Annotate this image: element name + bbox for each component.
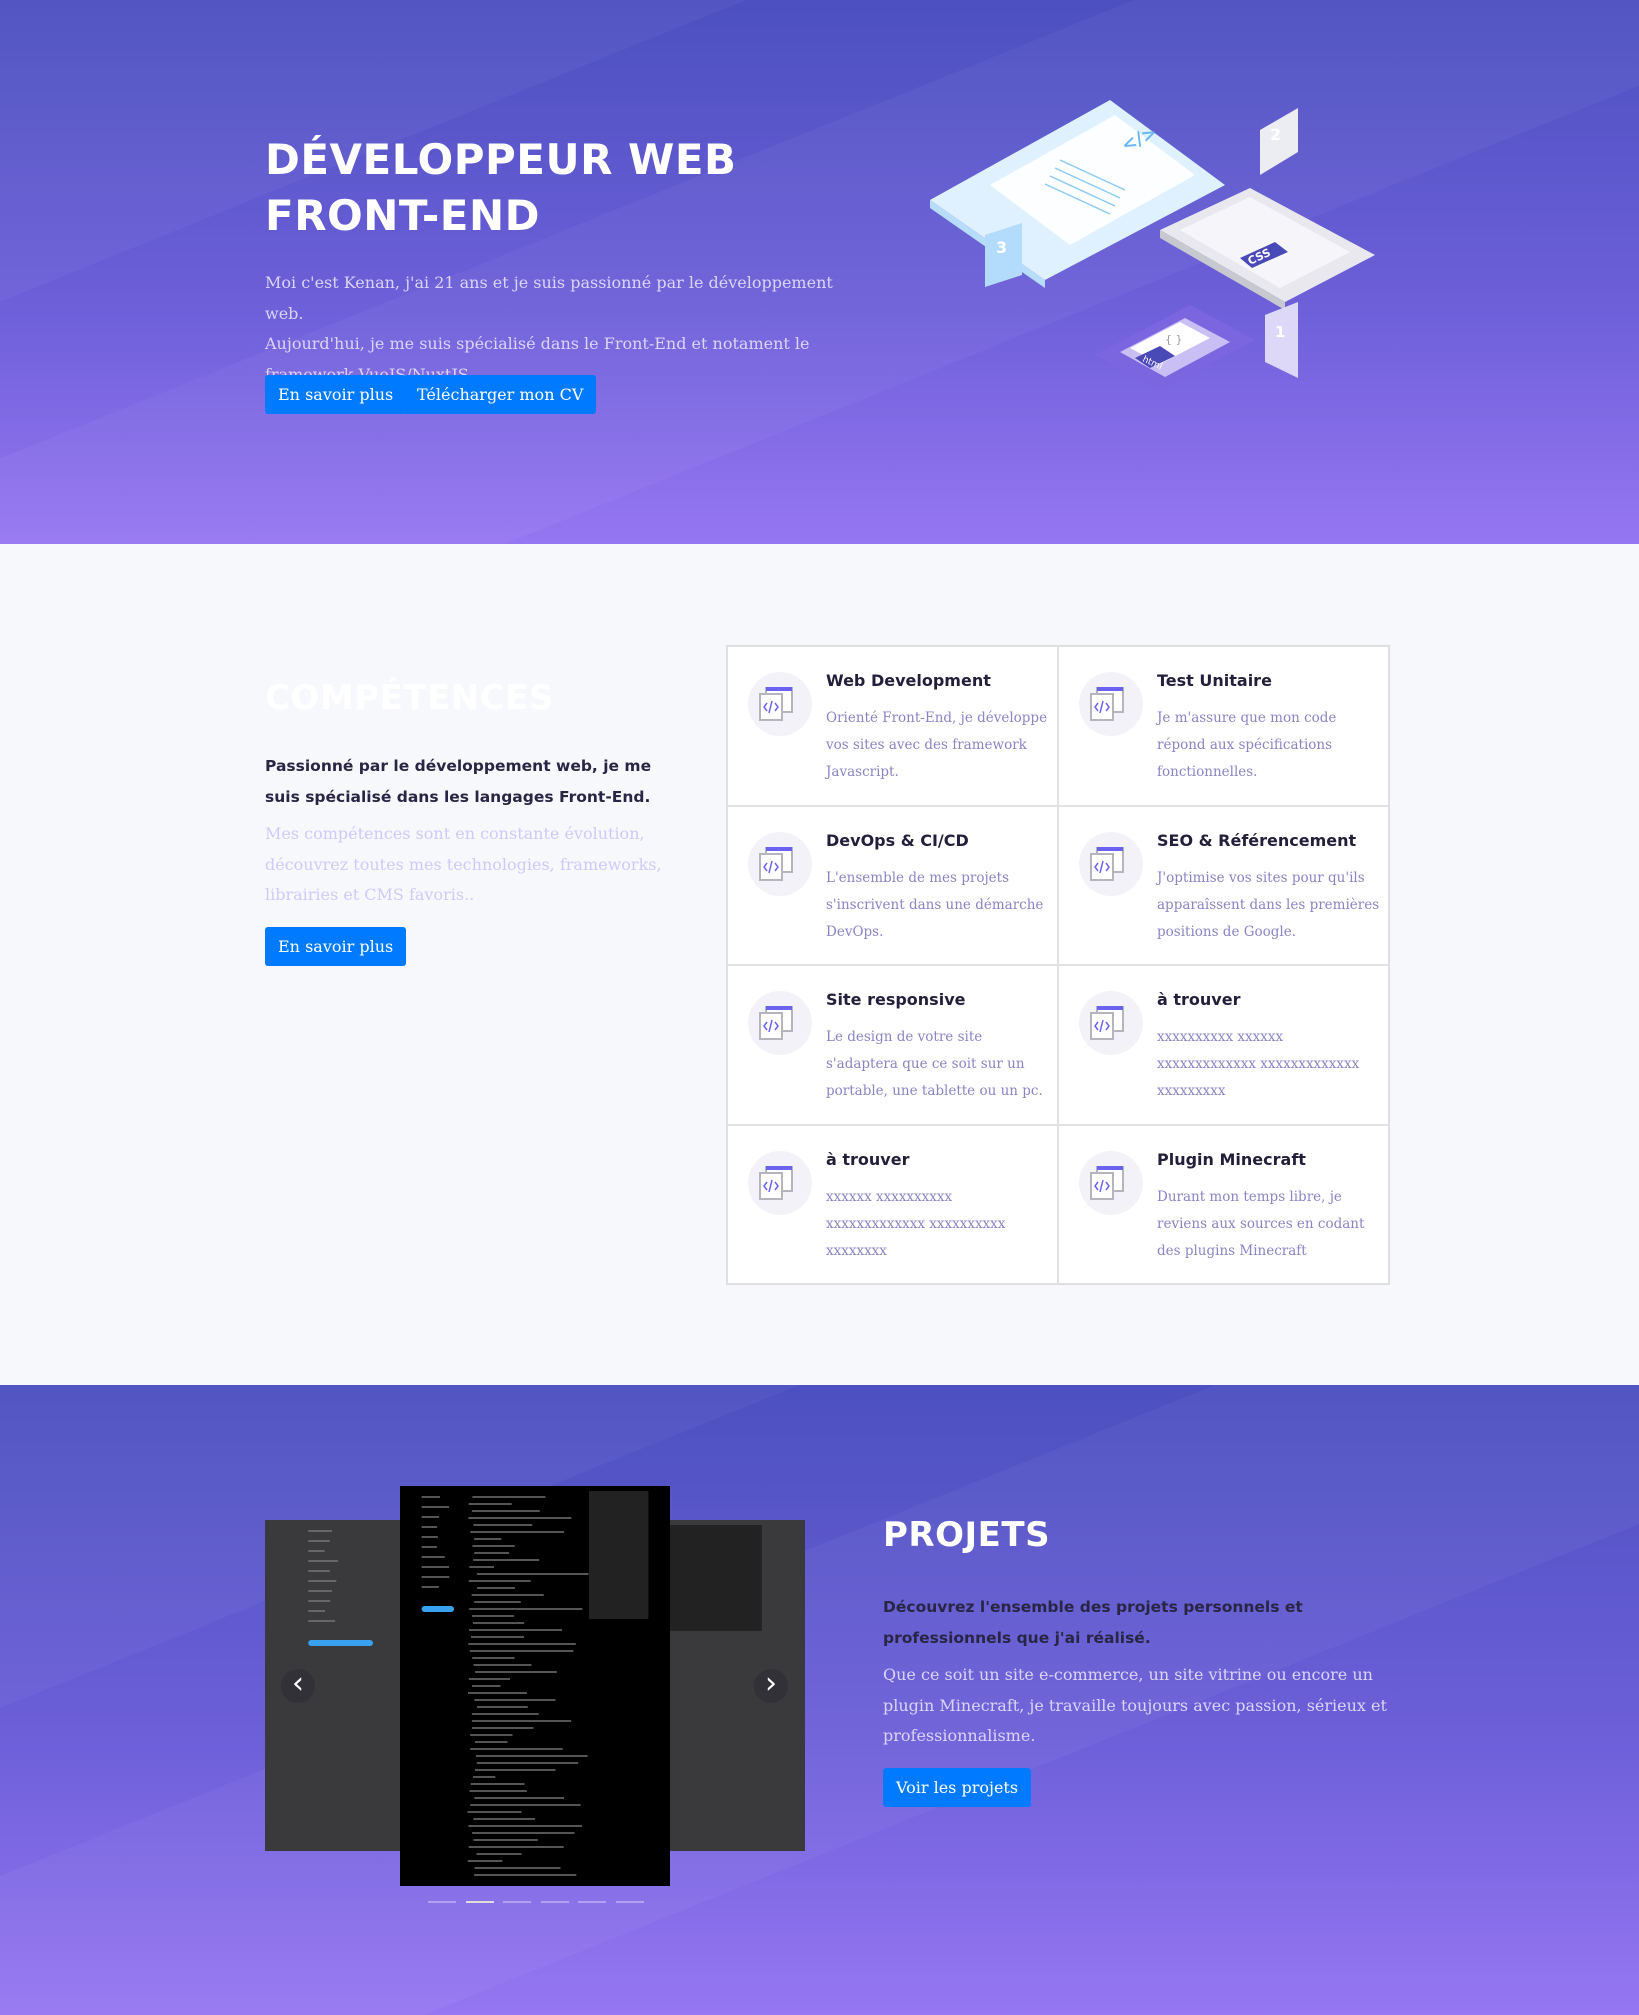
carousel-dot[interactable] [540,1901,569,1903]
hero-title-line: DÉVELOPPEUR WEB [265,135,737,184]
skill-card: Site responsive Le design de votre site … [727,965,1058,1125]
chevron-right-icon[interactable]: › [754,1669,788,1703]
carousel-dot[interactable] [465,1901,494,1903]
hero-intro-line: Aujourd'hui, je me suis spécialisé dans … [265,334,810,353]
text-line: Découvrez l'ensemble des projets personn… [883,1598,1303,1616]
code-window-icon [759,1006,793,1040]
skill-card-desc: xxxxxx xxxxxxxxxx xxxxxxxxxxxxx xxxxxxxx… [826,1188,1006,1259]
skill-card-desc: Orienté Front-End, je développe vos site… [826,710,1048,780]
carousel-slide-active[interactable] [400,1486,670,1886]
hero-intro: Moi c'est Kenan, j'ai 21 ans et je suis … [265,268,865,390]
step-3-label: 3 [996,238,1007,257]
code-window-icon [1090,1165,1124,1200]
skill-card-desc: J'optimise vos sites pour qu'ils apparaî… [1157,869,1380,940]
skill-card-title: Plugin Minecraft [1157,1149,1306,1169]
projects-title: PROJETS [883,1515,1051,1555]
text-line: Passionné par le développement web, je m… [265,757,652,775]
code-window-icon [759,687,793,721]
icon-circle [748,991,812,1055]
hero-intro-line: Moi c'est Kenan, j'ai 21 ans et je suis … [265,273,833,323]
skill-card: SEO & Référencement J'optimise vos sites… [1058,805,1389,965]
skill-card-desc: Je m'assure que mon code répond aux spéc… [1157,710,1337,780]
braces-glyph: { } [1165,333,1183,346]
carousel-dot[interactable] [503,1901,531,1903]
learn-more-button[interactable]: En savoir plus [265,375,407,414]
text-line: découvrez toutes mes technologies, frame… [265,854,662,874]
chevron-left-icon[interactable]: ‹ [281,1669,315,1703]
carousel-dot[interactable] [428,1901,456,1903]
skills-grid: Web Development Orienté Front-End, je dé… [726,645,1390,1285]
skill-card-desc: L'ensemble de mes projets s'inscrivent d… [826,869,1044,940]
code-window-icon [759,1165,793,1200]
hero-title-line: FRONT-END [265,191,540,240]
skill-card-title: Web Development [826,671,991,690]
text-line: plugin Minecraft, je travaille toujours … [883,1695,1387,1715]
skills-light-text: Mes compétences sont en constante évolut… [265,819,685,911]
carousel-dot[interactable] [578,1901,606,1903]
icon-circle [1079,1150,1143,1215]
skill-card-title: SEO & Référencement [1157,830,1357,850]
skills-title: COMPÉTENCES [265,678,554,718]
icon-circle [748,831,812,896]
skill-card-title: à trouver [1157,990,1241,1009]
icon-circle [1079,991,1143,1055]
text-line: professionnels que j'ai réalisé. [883,1628,1151,1647]
skill-card: Web Development Orienté Front-End, je dé… [727,646,1058,806]
skill-card: à trouver xxxxxx xxxxxxxxxx xxxxxxxxxxxx… [727,1124,1058,1284]
projects-text: Que ce soit un site e-commerce, un site … [883,1660,1403,1752]
skills-strong-text: Passionné par le développement web, je m… [265,751,685,812]
skill-card-desc: xxxxxxxxxx xxxxxx xxxxxxxxxxxxx xxxxxxxx… [1157,1029,1360,1099]
skill-card-title: Site responsive [826,990,966,1009]
skills-learn-more-button[interactable]: En savoir plus [265,927,407,966]
text-line: professionnalisme. [883,1726,1036,1745]
icon-circle [1079,831,1143,896]
hero-title: DÉVELOPPEUR WEB FRONT-END [265,132,737,244]
hero-illustration: </> 3 CSS 2 html { } 1 [930,100,1375,390]
carousel-dot[interactable] [615,1901,644,1903]
skill-card-desc: Le design de votre site s'adaptera que c… [826,1029,1043,1099]
skill-card: Test Unitaire Je m'assure que mon code r… [1058,646,1389,806]
code-window-icon [1090,687,1124,721]
text-line: suis spécialisé dans les langages Front-… [265,787,651,806]
skill-card-desc: Durant mon temps libre, je reviens aux s… [1157,1188,1365,1259]
skill-card: Plugin Minecraft Durant mon temps libre,… [1058,1124,1389,1284]
skill-card-title: à trouver [826,1149,910,1169]
project-screenshot [421,1491,649,1876]
step-2-label: 2 [1270,125,1281,144]
icon-circle [748,672,812,736]
icon-circle [748,1150,812,1215]
hero-section: DÉVELOPPEUR WEB FRONT-END Moi c'est Kena… [0,0,1639,544]
skill-card: DevOps & CI/CD L'ensemble de mes projets… [727,805,1058,965]
skill-card: à trouver xxxxxxxxxx xxxxxx xxxxxxxxxxxx… [1058,965,1389,1125]
skill-card-title: Test Unitaire [1157,671,1272,690]
code-window-icon [1090,846,1124,881]
skill-card-title: DevOps & CI/CD [826,830,969,850]
text-line: librairies et CMS favoris.. [265,885,475,904]
code-window-icon [759,846,793,881]
view-projects-button[interactable]: Voir les projets [883,1768,1032,1807]
text-line: Que ce soit un site e-commerce, un site … [883,1665,1373,1684]
text-line: Mes compétences sont en constante évolut… [265,824,645,843]
icon-circle [1079,672,1143,736]
download-cv-button[interactable]: Télécharger mon CV [404,375,597,414]
projects-strong-text: Découvrez l'ensemble des projets personn… [883,1592,1323,1653]
code-window-icon [1090,1006,1124,1040]
step-1-label: 1 [1275,323,1285,341]
